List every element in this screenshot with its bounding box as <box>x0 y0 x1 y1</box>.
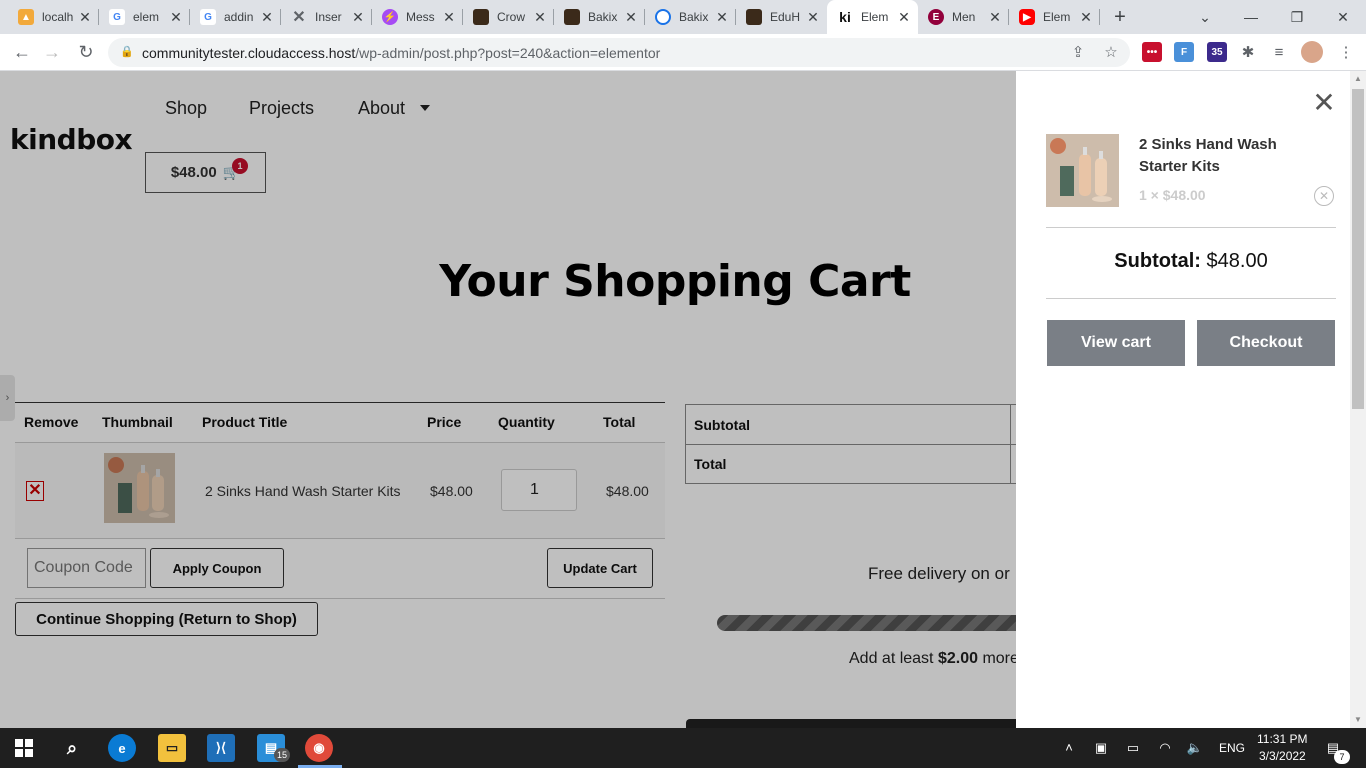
circle-icon <box>655 9 671 25</box>
tab-close-icon[interactable]: ✕ <box>168 9 184 25</box>
tab-close-icon[interactable]: ✕ <box>441 9 457 25</box>
close-window-icon[interactable]: ✕ <box>1320 0 1366 34</box>
scroll-up-icon[interactable]: ▲ <box>1350 71 1366 87</box>
browser-tab[interactable]: G elem ✕ <box>99 0 190 34</box>
page-scrollbar[interactable]: ▲ ▼ <box>1350 71 1366 728</box>
search-icon[interactable]: ⌕ <box>58 734 86 762</box>
browser-tab[interactable]: Bakix ✕ <box>645 0 736 34</box>
minimize-icon[interactable]: — <box>1228 0 1274 34</box>
tab-close-icon[interactable]: ✕ <box>1078 9 1094 25</box>
back-arrow-icon[interactable]: ← <box>10 40 34 64</box>
mini-cart-panel: ✕ 2 Sinks Hand Wash Starter Kits 1 × $48… <box>1016 71 1350 728</box>
tab-close-icon[interactable]: ✕ <box>350 9 366 25</box>
address-bar[interactable]: 🔒 communitytester.cloudaccess.host/wp-ad… <box>108 38 1130 67</box>
tab-close-icon[interactable]: ✕ <box>714 9 730 25</box>
dark-square-icon <box>473 9 489 25</box>
browser-tab[interactable]: ⚡ Mess ✕ <box>372 0 463 34</box>
battery-icon[interactable]: ▭ <box>1124 738 1142 758</box>
clock-date[interactable]: 3/3/2022 <box>1259 749 1306 763</box>
mini-cart-quantity-price: 1 × $48.00 <box>1139 187 1206 203</box>
tab-close-icon[interactable]: ✕ <box>623 9 639 25</box>
browser-tab[interactable]: E Men ✕ <box>918 0 1009 34</box>
wifi-icon[interactable]: ◠ <box>1156 738 1174 758</box>
edge-browser-icon[interactable]: e <box>108 734 136 762</box>
browser-tab[interactable]: Bakix ✕ <box>554 0 645 34</box>
clock-time[interactable]: 11:31 PM <box>1257 732 1307 746</box>
mini-cart-product-title[interactable]: 2 Sinks Hand Wash Starter Kits <box>1139 134 1309 178</box>
tray-app-icon[interactable]: ▣ <box>1092 738 1110 758</box>
ki-icon: ki <box>837 9 853 25</box>
vscode-icon[interactable]: ⟩⟨ <box>207 734 235 762</box>
browser-tab-bar: ▲ localh ✕ G elem ✕ G addin ✕ ✕ Inser ✕ … <box>0 0 1366 34</box>
windows-taskbar: ⌕ e ▭ ⟩⟨ ▤ 15 ◉ ˄ ▣ ▭ ◠ 🔈 ENG 11:31 PM 3… <box>0 728 1366 768</box>
browser-tab-active[interactable]: ki Elem ✕ <box>827 0 918 34</box>
tab-close-icon[interactable]: ✕ <box>532 9 548 25</box>
google-icon: G <box>200 9 216 25</box>
dark-square-icon <box>746 9 762 25</box>
extension-icon[interactable]: ••• <box>1142 42 1162 62</box>
media-control-icon[interactable]: ≡ <box>1269 43 1289 63</box>
tab-close-icon[interactable]: ✕ <box>987 9 1003 25</box>
browser-tab[interactable]: ✕ Inser ✕ <box>281 0 372 34</box>
browser-tab[interactable]: ▶ Elem ✕ <box>1009 0 1100 34</box>
share-icon[interactable]: ⇪ <box>1068 43 1088 63</box>
divider <box>1046 227 1336 228</box>
files-count-badge: 15 <box>274 748 290 762</box>
profile-avatar[interactable] <box>1301 41 1323 63</box>
a-chart-icon: ▲ <box>18 9 34 25</box>
language-indicator[interactable]: ENG <box>1219 741 1245 755</box>
forward-arrow-icon[interactable]: → <box>40 40 64 64</box>
mini-cart-thumbnail[interactable] <box>1046 134 1119 207</box>
chevron-up-icon[interactable]: ˄ <box>1060 738 1078 758</box>
browser-tab[interactable]: G addin ✕ <box>190 0 281 34</box>
view-cart-button[interactable]: View cart <box>1047 320 1185 366</box>
notification-count-badge: 7 <box>1334 750 1350 764</box>
close-icon[interactable]: ✕ <box>1312 89 1336 117</box>
lock-icon: 🔒 <box>120 46 134 58</box>
windows-start-icon[interactable] <box>10 734 38 762</box>
restore-icon[interactable]: ❐ <box>1274 0 1320 34</box>
divider <box>1046 298 1336 299</box>
tab-close-icon[interactable]: ✕ <box>77 9 93 25</box>
youtube-icon: ▶ <box>1019 9 1035 25</box>
modal-overlay[interactable] <box>0 71 1016 728</box>
reload-icon[interactable]: ↻ <box>74 40 98 64</box>
volume-icon[interactable]: 🔈 <box>1186 738 1204 758</box>
browser-toolbar: ← → ↻ 🔒 communitytester.cloudaccess.host… <box>0 34 1366 71</box>
mini-cart-remove-icon[interactable]: ✕ <box>1314 186 1334 206</box>
more-menu-icon[interactable]: ⋮ <box>1336 43 1356 63</box>
elementor-icon: E <box>928 9 944 25</box>
extension-icon[interactable]: F <box>1174 42 1194 62</box>
browser-tab[interactable]: EduH ✕ <box>736 0 827 34</box>
puzzle-extensions-icon[interactable]: ✱ <box>1238 43 1258 63</box>
hand-wash-product-image <box>1046 134 1119 207</box>
tab-close-icon[interactable]: ✕ <box>259 9 275 25</box>
file-explorer-icon[interactable]: ▭ <box>158 734 186 762</box>
browser-tab[interactable]: ▲ localh ✕ <box>8 0 99 34</box>
page-viewport: kindbox Shop Projects About $48.00 🛒 1 Y… <box>0 71 1366 728</box>
dark-square-icon <box>564 9 580 25</box>
google-icon: G <box>109 9 125 25</box>
browser-tab[interactable]: Crow ✕ <box>463 0 554 34</box>
extension-badge-icon[interactable]: 35 <box>1207 42 1227 62</box>
checkout-button[interactable]: Checkout <box>1197 320 1335 366</box>
new-tab-button[interactable]: + <box>1108 5 1132 29</box>
mini-cart-subtotal: Subtotal: $48.00 <box>1114 250 1268 272</box>
chrome-icon[interactable]: ◉ <box>305 734 333 762</box>
tab-search-icon[interactable]: ⌄ <box>1182 0 1228 34</box>
scrollbar-thumb[interactable] <box>1352 89 1364 409</box>
x-icon: ✕ <box>292 9 306 26</box>
bookmark-star-icon[interactable]: ☆ <box>1101 43 1121 63</box>
tab-close-icon[interactable]: ✕ <box>896 9 912 25</box>
scroll-down-icon[interactable]: ▼ <box>1350 712 1366 728</box>
messenger-icon: ⚡ <box>382 9 398 25</box>
tab-close-icon[interactable]: ✕ <box>805 9 821 25</box>
url-text: communitytester.cloudaccess.host/wp-admi… <box>142 45 661 61</box>
